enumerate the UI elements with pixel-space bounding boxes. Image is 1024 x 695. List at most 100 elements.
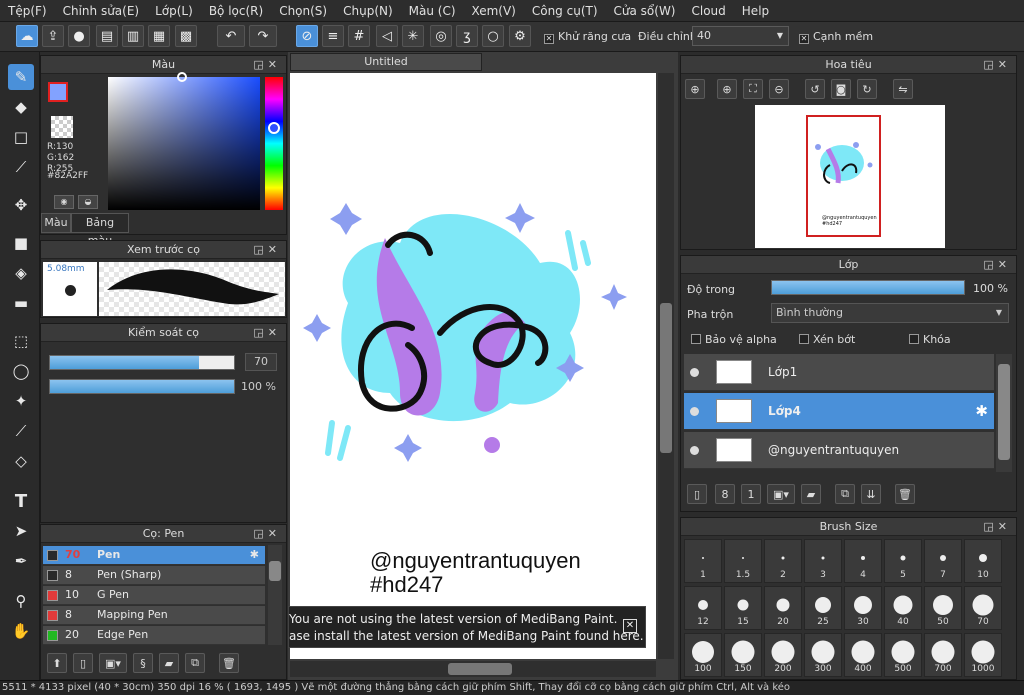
close-notification-icon[interactable]: ✕ <box>623 619 637 633</box>
panel-controls-icon[interactable]: ◲✕ <box>983 518 1011 535</box>
zoom-in-icon[interactable]: ⊕ <box>685 79 705 99</box>
tab-palette[interactable]: Bảng màu <box>71 213 129 247</box>
menu-color[interactable]: Màu (C) <box>401 4 464 18</box>
dot-pen-tool-icon[interactable]: ⟋ <box>8 154 34 180</box>
antialias-toggle[interactable]: ✕ Khử răng cưa <box>544 30 631 44</box>
update-notification[interactable]: You are not using the latest version of … <box>288 606 646 648</box>
menu-window[interactable]: Cửa sổ(W) <box>606 4 684 18</box>
hand-tool-icon[interactable]: ✋ <box>8 618 34 644</box>
brush-folder-icon[interactable]: ▰ <box>159 653 179 673</box>
new-8bit-layer-icon[interactable]: 8 <box>715 484 735 504</box>
brush-size-cell[interactable]: 3 <box>804 539 842 583</box>
brush-size-cell[interactable]: 15 <box>724 586 762 630</box>
cross-snap-icon[interactable]: # <box>348 25 370 47</box>
add-layer-menu-icon[interactable]: ▣▾ <box>767 484 795 504</box>
parallel-snap-icon[interactable]: ≡ <box>322 25 344 47</box>
curve-snap-icon[interactable]: ʒ <box>456 25 478 47</box>
brush-size-cell[interactable]: 10 <box>964 539 1002 583</box>
layer-folder-icon[interactable]: ▰ <box>801 484 821 504</box>
eraser-tool-icon[interactable]: ◆ <box>8 94 34 120</box>
panel-controls-icon[interactable]: ◲✕ <box>983 56 1011 73</box>
brush-size-cell[interactable]: 100 <box>684 633 722 677</box>
new-1bit-layer-icon[interactable]: 1 <box>741 484 761 504</box>
brush-size-cell[interactable]: 300 <box>804 633 842 677</box>
no-snap-icon[interactable]: ⊘ <box>296 25 318 47</box>
brush-size-slider[interactable] <box>49 355 235 370</box>
blend-mode-select[interactable]: Bình thường ▼ <box>771 303 1009 323</box>
select-eraser-tool-icon[interactable]: ◇ <box>8 448 34 474</box>
upload-icon[interactable]: ⇪ <box>42 25 64 47</box>
brush-size-cell[interactable]: 700 <box>924 633 962 677</box>
move-tool-icon[interactable]: ✥ <box>8 192 34 218</box>
lasso-tool-icon[interactable]: ◯ <box>8 358 34 384</box>
brush-size-cell[interactable]: 2 <box>764 539 802 583</box>
menu-select[interactable]: Chọn(S) <box>271 4 335 18</box>
brush-list-scroll-thumb[interactable] <box>269 561 281 581</box>
vanish-snap-icon[interactable]: ◁ <box>376 25 398 47</box>
document-icon[interactable]: ▥ <box>122 25 144 47</box>
magic-wand-tool-icon[interactable]: ✦ <box>8 388 34 414</box>
rotate-right-icon[interactable]: ↻ <box>857 79 877 99</box>
undo-icon[interactable]: ↶ <box>217 25 245 47</box>
brush-size-cell[interactable]: 25 <box>804 586 842 630</box>
delete-brush-icon[interactable]: 🗑 <box>219 653 239 673</box>
bucket-tool-icon[interactable]: ◈ <box>8 260 34 286</box>
eyedropper-tool-icon[interactable]: ⚲ <box>8 588 34 614</box>
brush-size-cell[interactable]: 30 <box>844 586 882 630</box>
merge-layer-icon[interactable]: ⇊ <box>861 484 881 504</box>
panel-controls-icon[interactable]: ◲✕ <box>253 241 281 258</box>
menu-tools[interactable]: Công cụ(T) <box>524 4 606 18</box>
delete-layer-icon[interactable]: 🗑 <box>895 484 915 504</box>
duplicate-layer-icon[interactable]: ⧉ <box>835 484 855 504</box>
canvas-hscroll-thumb[interactable] <box>448 663 512 675</box>
primary-color-swatch[interactable] <box>48 82 68 102</box>
brush-opacity-slider[interactable] <box>49 379 235 394</box>
cloud-icon[interactable]: ☁ <box>16 25 38 47</box>
grid-icon[interactable]: ▩ <box>175 25 197 47</box>
transparent-swatch[interactable] <box>51 116 73 138</box>
layer-settings-gear-icon[interactable]: ✱ <box>975 402 988 420</box>
layers-scroll-thumb[interactable] <box>998 364 1010 460</box>
reset-rotation-icon[interactable]: ◙ <box>831 79 851 99</box>
drawing-canvas[interactable]: @nguyentrantuquyen #hd247 <box>290 73 656 659</box>
tab-color[interactable]: Màu <box>41 213 71 233</box>
menu-cloud[interactable]: Cloud <box>684 4 734 18</box>
panel-controls-icon[interactable]: ◲✕ <box>253 525 281 542</box>
brush-size-cell[interactable]: 12 <box>684 586 722 630</box>
redo-icon[interactable]: ↷ <box>249 25 277 47</box>
add-brush-menu-icon[interactable]: ▣▾ <box>99 653 127 673</box>
brush-list-item[interactable]: 20 Edge Pen <box>43 626 265 645</box>
brush-size-cell[interactable]: 5 <box>884 539 922 583</box>
brush-list-item[interactable]: 8 Pen (Sharp) <box>43 566 265 585</box>
navigator-preview[interactable]: @nguyentrantuquyen #hd247 <box>755 105 945 248</box>
brush-size-cell[interactable]: 20 <box>764 586 802 630</box>
select-rect-tool-icon[interactable]: ⬚ <box>8 328 34 354</box>
clipping-toggle[interactable]: Xén bớt <box>799 333 855 346</box>
gradient-tool-icon[interactable]: ▬ <box>8 290 34 316</box>
canvas-hscrollbar[interactable] <box>290 661 656 677</box>
brush-size-cell[interactable]: 500 <box>884 633 922 677</box>
divide-tool-icon[interactable]: ✒ <box>8 548 34 574</box>
radial-snap-icon[interactable]: ✳ <box>402 25 424 47</box>
zoom-out-icon[interactable]: ⊖ <box>769 79 789 99</box>
zoom-plus-icon[interactable]: ⊕ <box>717 79 737 99</box>
brush-size-cell[interactable]: 1000 <box>964 633 1002 677</box>
panel-icon[interactable]: ▦ <box>148 25 170 47</box>
flip-icon[interactable]: ⇋ <box>893 79 913 99</box>
menu-edit[interactable]: Chỉnh sửa(E) <box>55 4 148 18</box>
layer-item[interactable]: Lớp1 <box>684 354 994 391</box>
layer-opacity-slider[interactable] <box>771 280 965 295</box>
menu-capture[interactable]: Chụp(N) <box>335 4 401 18</box>
copy-brush-icon[interactable]: ⧉ <box>185 653 205 673</box>
panel-controls-icon[interactable]: ◲✕ <box>253 324 281 341</box>
visibility-eye-icon[interactable] <box>690 368 699 377</box>
smooth-toggle[interactable]: ✕ Cạnh mềm <box>799 30 873 44</box>
brush-list-item[interactable]: 70 Pen ✱ <box>43 546 265 565</box>
brush-size-cell[interactable]: 7 <box>924 539 962 583</box>
brush-list-item[interactable]: 10 G Pen <box>43 586 265 605</box>
navigator-viewport[interactable]: @nguyentrantuquyen #hd247 <box>806 115 881 237</box>
text-tool-icon[interactable]: T <box>8 488 34 514</box>
layer-item[interactable]: Lớp4 ✱ <box>684 393 994 430</box>
layers-scrollbar[interactable] <box>996 354 1012 472</box>
tab-untitled[interactable]: Untitled <box>290 53 482 71</box>
